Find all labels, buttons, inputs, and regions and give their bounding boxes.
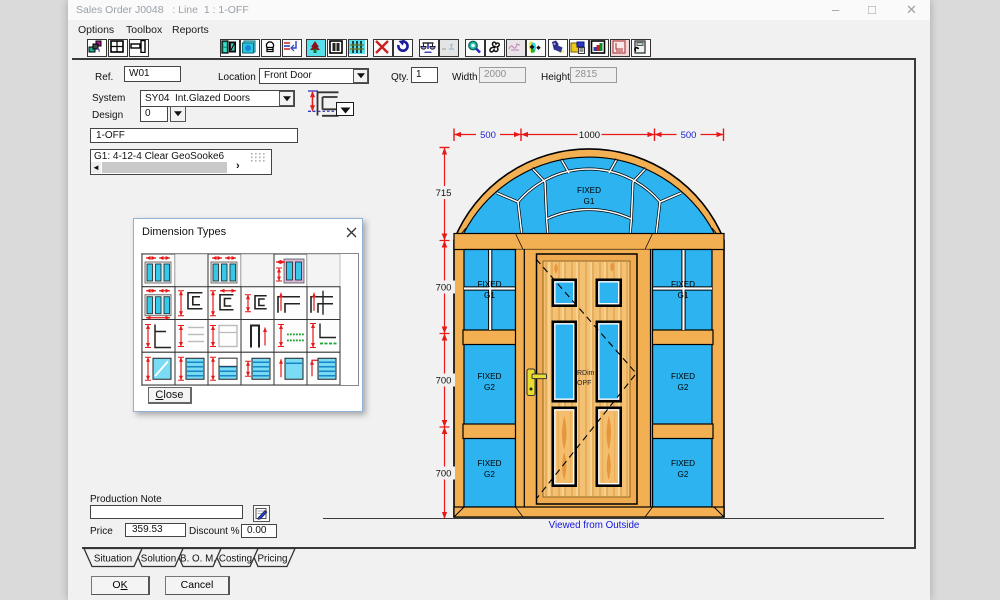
svg-text:Costing: Costing: [219, 554, 252, 565]
svg-text:G2: G2: [678, 383, 689, 392]
svg-text:B. O. M.: B. O. M.: [180, 554, 216, 565]
svg-text:500: 500: [681, 130, 697, 141]
svg-text:Pricing: Pricing: [258, 554, 288, 565]
svg-text:Situation: Situation: [94, 554, 132, 565]
svg-text:FIXED: FIXED: [671, 372, 695, 381]
svg-text:500: 500: [480, 130, 496, 141]
svg-text:G2: G2: [484, 470, 495, 479]
svg-text:G1: G1: [678, 291, 689, 300]
svg-text:FIXED: FIXED: [477, 459, 501, 468]
svg-text:RDim: RDim: [577, 370, 595, 377]
svg-text:FIXED: FIXED: [477, 280, 501, 289]
svg-text:700: 700: [436, 469, 452, 480]
svg-text:FIXED: FIXED: [477, 372, 501, 381]
svg-text:G1: G1: [484, 291, 495, 300]
svg-text:G2: G2: [678, 470, 689, 479]
svg-text:700: 700: [436, 376, 452, 387]
svg-text:Solution: Solution: [141, 554, 176, 565]
svg-text:700: 700: [436, 283, 452, 294]
svg-text:OPF: OPF: [577, 380, 591, 387]
svg-text:715: 715: [436, 188, 452, 199]
svg-text:G2: G2: [484, 383, 495, 392]
svg-text:1000: 1000: [579, 130, 600, 141]
svg-text:FIXED: FIXED: [671, 459, 695, 468]
svg-text:FIXED: FIXED: [671, 280, 695, 289]
svg-text:FIXED: FIXED: [577, 186, 601, 195]
svg-text:G1: G1: [584, 197, 595, 206]
